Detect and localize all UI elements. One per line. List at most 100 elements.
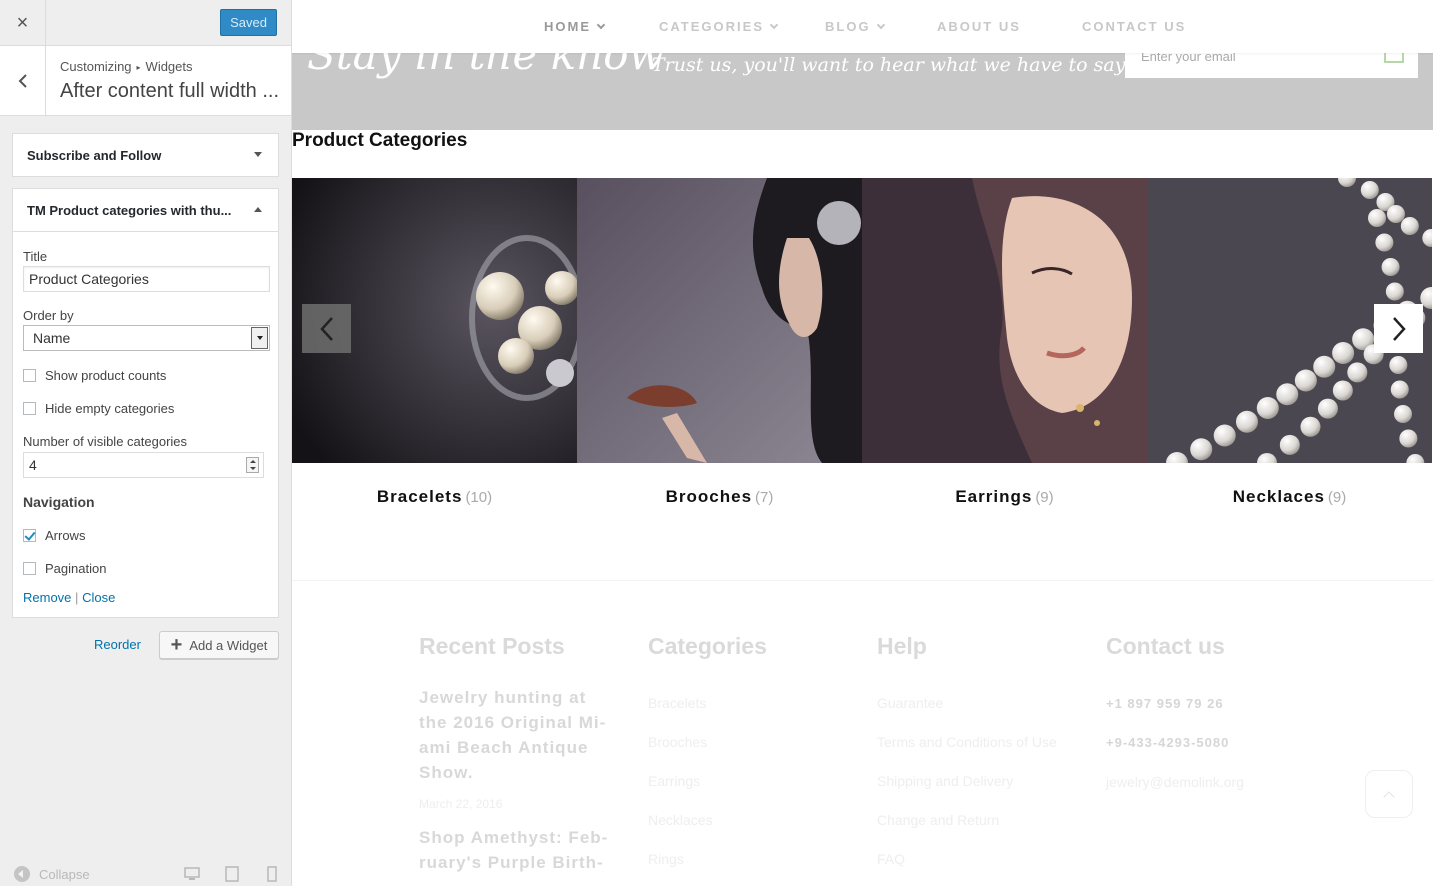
footer-category-link[interactable]: Bracelets xyxy=(648,695,706,711)
footer-recent-posts: Recent Posts Jewelry hunting at the 2016… xyxy=(419,633,607,872)
product-categories-title: Product Categories xyxy=(292,130,468,151)
nav-label: CONTACT US xyxy=(1082,19,1187,34)
category-name: Bracelets xyxy=(376,487,463,506)
pagination-label: Pagination xyxy=(45,561,107,576)
site-navigation: HOME CATEGORIES BLOG ABOUT US CONTACT US xyxy=(292,0,1433,53)
hide-empty-checkbox[interactable] xyxy=(23,402,36,415)
plus-icon: + xyxy=(170,634,183,656)
chevron-down-icon xyxy=(596,20,606,29)
help-link[interactable]: Shipping and Delivery xyxy=(877,773,1013,789)
contact-phone[interactable]: +9-433-4293-5080 xyxy=(1106,735,1229,750)
reorder-link[interactable]: Reorder xyxy=(94,637,141,652)
link-separator: | xyxy=(75,590,79,605)
saved-button[interactable]: Saved xyxy=(220,9,277,36)
nav-home[interactable]: HOME xyxy=(544,19,606,34)
breadcrumb-separator: ▸ xyxy=(136,63,141,72)
category-name: Necklaces xyxy=(1232,487,1325,506)
order-by-value: Name xyxy=(33,330,71,346)
close-customizer-button[interactable]: × xyxy=(0,0,46,46)
nav-contact-us[interactable]: CONTACT US xyxy=(1082,19,1186,34)
category-label-bracelets[interactable]: Bracelets (10) xyxy=(292,487,577,507)
earrings-image[interactable] xyxy=(862,178,1147,463)
recent-posts-heading: Recent Posts xyxy=(419,633,565,659)
footer-categories-heading: Categories xyxy=(648,633,767,659)
visible-categories-label: Number of visible categories xyxy=(23,434,188,449)
chevron-up-icon xyxy=(1383,790,1395,803)
widget-header[interactable]: TM Product categories with thu... xyxy=(13,189,278,231)
navigation-heading: Navigation xyxy=(23,494,95,510)
footer-category-link[interactable]: Earrings xyxy=(648,773,700,789)
help-link[interactable]: Terms and Conditions of Use xyxy=(877,734,1057,750)
nav-label: CATEGORIES xyxy=(659,19,764,34)
widget-product-categories: TM Product categories with thu... Title … xyxy=(12,188,279,618)
pagination-row[interactable]: Pagination xyxy=(23,561,106,576)
visible-categories-input[interactable]: 4 xyxy=(23,452,264,478)
caret-down-icon xyxy=(254,152,262,157)
widget-title: TM Product categories with thu... xyxy=(27,202,232,218)
nav-label: BLOG xyxy=(825,19,871,34)
back-button[interactable] xyxy=(0,46,46,116)
recent-post-date: March 22, 2016 xyxy=(419,797,503,811)
category-count: (7) xyxy=(755,489,774,506)
widget-header[interactable]: Subscribe and Follow xyxy=(13,134,278,176)
help-link[interactable]: FAQ xyxy=(877,851,905,867)
arrows-checkbox[interactable] xyxy=(23,529,36,542)
title-input[interactable]: Product Categories xyxy=(23,266,270,292)
remove-link[interactable]: Remove xyxy=(23,590,71,605)
contact-email[interactable]: jewelry@demolink.org xyxy=(1106,774,1244,790)
carousel-prev-button[interactable] xyxy=(302,304,351,353)
carousel-next-button[interactable] xyxy=(1374,304,1423,353)
brooches-image[interactable] xyxy=(577,178,862,463)
breadcrumb: Customizing ▸ Widgets xyxy=(60,59,193,74)
help-link[interactable]: Change and Return xyxy=(877,812,999,828)
category-label-earrings[interactable]: Earrings (9) xyxy=(862,487,1147,507)
desktop-preview-icon[interactable] xyxy=(184,866,200,882)
sidebar-footer: Collapse xyxy=(0,858,291,886)
footer-category-link[interactable]: Necklaces xyxy=(648,812,713,828)
close-link[interactable]: Close xyxy=(82,590,115,605)
show-counts-row[interactable]: Show product counts xyxy=(23,368,166,383)
category-count: (10) xyxy=(465,489,493,506)
contact-phone[interactable]: +1 897 959 79 26 xyxy=(1106,696,1224,711)
arrows-row[interactable]: Arrows xyxy=(23,528,85,543)
category-label-brooches[interactable]: Brooches (7) xyxy=(577,487,862,507)
earrings-photo xyxy=(862,178,1147,463)
help-link[interactable]: Guarantee xyxy=(877,695,943,711)
breadcrumb-section: Widgets xyxy=(145,59,193,74)
widget-actions: Remove | Close xyxy=(23,590,115,605)
category-carousel xyxy=(292,178,1433,463)
recent-post-link[interactable]: Shop Amethyst: Feb-ruary's Purple Birth- xyxy=(419,825,619,875)
hide-empty-row[interactable]: Hide empty categories xyxy=(23,401,174,416)
add-widget-button[interactable]: + Add a Widget xyxy=(159,631,279,659)
nav-blog[interactable]: BLOG xyxy=(825,19,885,34)
widget-form: Title Product Categories Order by Name S… xyxy=(13,231,278,617)
show-counts-label: Show product counts xyxy=(45,368,167,383)
visible-categories-value: 4 xyxy=(29,457,37,473)
mobile-preview-icon[interactable] xyxy=(264,866,280,882)
pagination-checkbox[interactable] xyxy=(23,562,36,575)
spinner-arrows-icon[interactable] xyxy=(246,457,259,473)
add-widget-label: Add a Widget xyxy=(189,637,268,653)
tablet-preview-icon[interactable] xyxy=(224,866,240,882)
category-count: (9) xyxy=(1327,489,1347,506)
footer-divider xyxy=(292,580,1433,581)
footer-categories: Categories Bracelets Brooches Earrings N… xyxy=(648,633,767,867)
category-label-necklaces[interactable]: Necklaces (9) xyxy=(1147,487,1432,507)
widget-subscribe-and-follow[interactable]: Subscribe and Follow xyxy=(12,133,279,177)
collapse-icon xyxy=(14,866,30,882)
show-counts-checkbox[interactable] xyxy=(23,369,36,382)
title-label: Title xyxy=(23,249,48,264)
nav-about-us[interactable]: ABOUT US xyxy=(937,19,1021,34)
chevron-down-icon xyxy=(769,20,779,29)
order-by-select[interactable]: Name xyxy=(23,325,270,351)
collapse-button[interactable]: Collapse xyxy=(14,866,90,882)
chevron-down-icon xyxy=(876,20,885,29)
dropdown-icon[interactable] xyxy=(251,327,268,349)
category-name: Earrings xyxy=(955,487,1033,506)
footer-category-link[interactable]: Brooches xyxy=(648,734,707,750)
recent-post-link[interactable]: Jewelry hunting at the 2016 Original Mi-… xyxy=(419,685,619,785)
nav-categories[interactable]: CATEGORIES xyxy=(659,19,779,34)
footer-category-link[interactable]: Rings xyxy=(648,851,684,867)
site-preview: Stay in the know Trust us, you'll want t… xyxy=(292,0,1433,886)
scroll-to-top-button[interactable] xyxy=(1365,770,1413,818)
